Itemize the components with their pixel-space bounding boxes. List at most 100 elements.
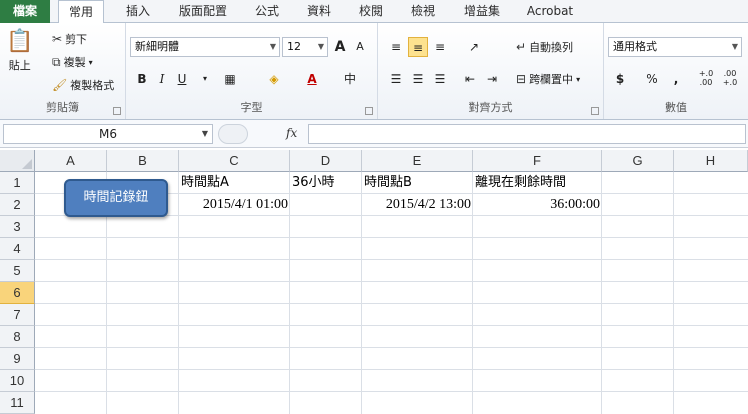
tab-insert[interactable]: 插入 xyxy=(118,0,158,23)
row-header-4[interactable]: 4 xyxy=(0,238,35,260)
gridline xyxy=(35,259,748,260)
number-format-combo[interactable]: 通用格式 ▼ xyxy=(608,37,742,57)
merge-cells-icon: ⊟ xyxy=(516,72,527,86)
row-header-10[interactable]: 10 xyxy=(0,370,35,392)
row-header-9[interactable]: 9 xyxy=(0,348,35,370)
tab-review[interactable]: 校閱 xyxy=(352,0,390,23)
chevron-down-icon: ▼ xyxy=(317,42,324,51)
cell-e2[interactable]: 2015/4/2 13:00 xyxy=(362,194,473,216)
chevron-down-icon: ▾ xyxy=(576,74,581,84)
wrap-text-button[interactable]: ↵ 自動換列 xyxy=(516,39,573,55)
cell-c1[interactable]: 時間點A xyxy=(179,172,290,194)
shrink-font-button[interactable]: A xyxy=(350,37,370,57)
formula-input[interactable] xyxy=(308,124,746,144)
tab-addins[interactable]: 增益集 xyxy=(456,0,508,23)
tab-acrobat[interactable]: Acrobat xyxy=(520,0,580,23)
clipboard-launcher-icon[interactable] xyxy=(113,107,121,115)
increase-decimal-button[interactable]: +.0 .00 xyxy=(696,69,716,89)
column-header-a[interactable]: A xyxy=(35,150,107,172)
chevron-down-icon[interactable]: ▾ xyxy=(198,69,212,89)
align-bottom-icon[interactable]: ≡ xyxy=(430,37,450,57)
chevron-down-icon: ▾ xyxy=(88,57,93,67)
comma-button[interactable]: , xyxy=(666,69,686,89)
align-center-icon[interactable]: ☰ xyxy=(408,69,428,89)
underline-button[interactable]: U xyxy=(172,69,192,89)
row-header-7[interactable]: 7 xyxy=(0,304,35,326)
cell-f1[interactable]: 離現在剩餘時間 xyxy=(473,172,602,194)
column-header-c[interactable]: C xyxy=(179,150,290,172)
font-launcher-icon[interactable] xyxy=(365,107,373,115)
column-header-d[interactable]: D xyxy=(290,150,362,172)
insert-function-icon[interactable]: fx xyxy=(286,126,297,140)
merge-center-label: 跨欄置中 xyxy=(529,73,574,86)
borders-icon[interactable]: ▦ xyxy=(220,69,240,89)
grow-font-button[interactable]: A xyxy=(330,37,350,57)
font-name-value: 新細明體 xyxy=(135,40,179,53)
row-header-3[interactable]: 3 xyxy=(0,216,35,238)
row-header-1[interactable]: 1 xyxy=(0,172,35,194)
tab-file[interactable]: 檔案 xyxy=(0,0,50,23)
percent-button[interactable]: % xyxy=(642,69,662,89)
ribbon-tab-bar: 檔案 常用 插入 版面配置 公式 資料 校閱 檢視 增益集 Acrobat xyxy=(0,0,748,24)
decrease-decimal-button[interactable]: .00 +.0 xyxy=(720,69,740,89)
row-header-2[interactable]: 2 xyxy=(0,194,35,216)
column-header-b[interactable]: B xyxy=(107,150,179,172)
number-group-label: 數值 xyxy=(665,101,687,114)
wrap-text-icon: ↵ xyxy=(516,40,527,54)
font-group: 新細明體 ▼ 12 ▼ A A B I U ▾ ▦ ◈ A 中 字型 xyxy=(126,23,378,119)
clipboard-icon: 📋 xyxy=(6,29,34,54)
gridline xyxy=(35,347,748,348)
align-left-icon[interactable]: ☰ xyxy=(386,69,406,89)
align-middle-icon[interactable]: ≡ xyxy=(408,37,428,57)
column-header-h[interactable]: H xyxy=(674,150,748,172)
select-all-corner[interactable] xyxy=(0,150,35,172)
column-header-f[interactable]: F xyxy=(473,150,602,172)
align-right-icon[interactable]: ☰ xyxy=(430,69,450,89)
cell-e1[interactable]: 時間點B xyxy=(362,172,473,194)
column-header-e[interactable]: E xyxy=(362,150,473,172)
clipboard-group: 📋 貼上 ✂ 剪下 ⧉ 複製 ▾ 🖌 複製格式 剪貼簿 xyxy=(0,23,126,119)
time-record-button[interactable]: 時間記錄鈕 xyxy=(64,179,168,217)
align-top-icon[interactable]: ≡ xyxy=(386,37,406,57)
name-box[interactable]: M6 ▼ xyxy=(3,124,213,144)
tab-data[interactable]: 資料 xyxy=(300,0,338,23)
gridline xyxy=(35,281,748,282)
clipboard-group-label: 剪貼簿 xyxy=(46,101,79,114)
row-header-11[interactable]: 11 xyxy=(0,392,35,414)
number-group: 通用格式 ▼ $ % , +.0 .00 .00 +.0 數值 xyxy=(604,23,748,119)
cell-c2[interactable]: 2015/4/1 01:00 xyxy=(179,194,290,216)
tab-formulas[interactable]: 公式 xyxy=(248,0,286,23)
copy-button[interactable]: ⧉ 複製 ▾ xyxy=(52,54,93,70)
font-size-value: 12 xyxy=(287,40,301,53)
bold-button[interactable]: B xyxy=(132,69,152,89)
paste-button[interactable]: 📋 貼上 xyxy=(6,29,33,73)
tab-view[interactable]: 檢視 xyxy=(404,0,442,23)
copy-icon: ⧉ xyxy=(52,55,61,69)
alignment-launcher-icon[interactable] xyxy=(591,107,599,115)
phonetic-button[interactable]: 中 xyxy=(340,69,360,89)
italic-button[interactable]: I xyxy=(152,69,172,89)
cell-d1[interactable]: 36小時 xyxy=(290,172,362,194)
column-header-g[interactable]: G xyxy=(602,150,674,172)
tab-page-layout[interactable]: 版面配置 xyxy=(172,0,234,23)
fill-color-icon[interactable]: ◈ xyxy=(264,69,284,89)
format-painter-label: 複製格式 xyxy=(70,79,115,92)
increase-indent-icon[interactable]: ⇥ xyxy=(482,69,502,89)
copy-label: 複製 xyxy=(63,56,86,69)
cut-button[interactable]: ✂ 剪下 xyxy=(52,31,87,47)
cut-label: 剪下 xyxy=(65,33,88,46)
cell-f2[interactable]: 36:00:00 xyxy=(473,194,602,216)
format-painter-button[interactable]: 🖌 複製格式 xyxy=(52,77,114,93)
currency-button[interactable]: $ xyxy=(610,69,630,89)
merge-center-button[interactable]: ⊟ 跨欄置中 ▾ xyxy=(516,71,580,87)
row-header-5[interactable]: 5 xyxy=(0,260,35,282)
font-size-combo[interactable]: 12 ▼ xyxy=(282,37,328,57)
formula-bar-toggle[interactable] xyxy=(218,124,248,144)
row-header-6[interactable]: 6 xyxy=(0,282,35,304)
font-name-combo[interactable]: 新細明體 ▼ xyxy=(130,37,280,57)
orientation-icon[interactable]: ↗ xyxy=(464,37,484,57)
decrease-indent-icon[interactable]: ⇤ xyxy=(460,69,480,89)
row-header-8[interactable]: 8 xyxy=(0,326,35,348)
tab-home[interactable]: 常用 xyxy=(58,0,104,24)
font-color-button[interactable]: A xyxy=(302,69,322,89)
